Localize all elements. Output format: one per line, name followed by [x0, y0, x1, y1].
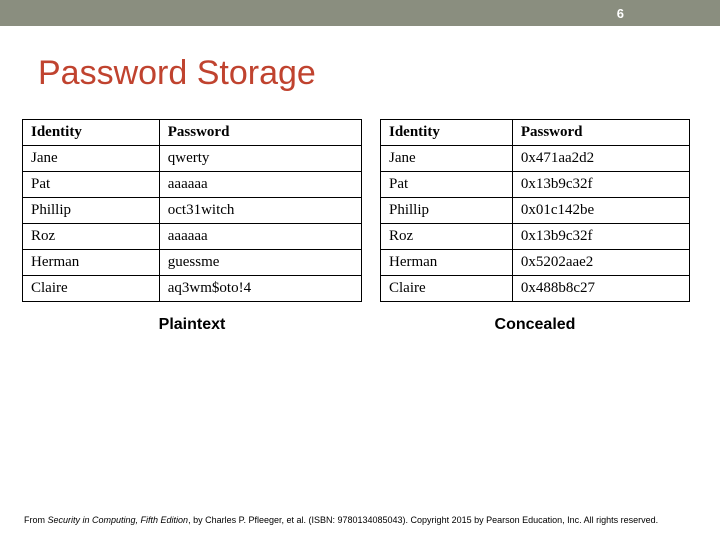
cell-password: qwerty [159, 146, 361, 172]
cell-password: aq3wm$oto!4 [159, 276, 361, 302]
cell-identity: Herman [381, 250, 513, 276]
col-password: Password [159, 120, 361, 146]
cell-identity: Claire [381, 276, 513, 302]
cell-password: 0x13b9c32f [512, 172, 689, 198]
page-number: 6 [617, 6, 624, 21]
cell-password: oct31witch [159, 198, 361, 224]
cell-identity: Claire [23, 276, 160, 302]
table-row: Phillipoct31witch [23, 198, 362, 224]
plaintext-table: Identity Password Janeqwerty Pataaaaaa P… [22, 119, 362, 302]
cell-password: 0x01c142be [512, 198, 689, 224]
table-row: Pat0x13b9c32f [381, 172, 690, 198]
table-row: Claireaq3wm$oto!4 [23, 276, 362, 302]
concealed-caption: Concealed [495, 316, 576, 334]
table-row: Jane0x471aa2d2 [381, 146, 690, 172]
plaintext-caption: Plaintext [159, 316, 226, 334]
table-row: Janeqwerty [23, 146, 362, 172]
cell-identity: Pat [381, 172, 513, 198]
cell-password: 0x5202aae2 [512, 250, 689, 276]
concealed-block: Identity Password Jane0x471aa2d2 Pat0x13… [380, 119, 690, 334]
cell-password: guessme [159, 250, 361, 276]
table-row: Claire0x488b8c27 [381, 276, 690, 302]
col-identity: Identity [381, 120, 513, 146]
slide-topbar: 6 [0, 0, 720, 26]
footer-book-title: Security in Computing, Fifth Edition [48, 515, 189, 525]
cell-password: 0x488b8c27 [512, 276, 689, 302]
cell-identity: Herman [23, 250, 160, 276]
table-row: Hermanguessme [23, 250, 362, 276]
cell-identity: Phillip [23, 198, 160, 224]
cell-password: 0x471aa2d2 [512, 146, 689, 172]
slide-title: Password Storage [38, 54, 720, 93]
col-password: Password [512, 120, 689, 146]
plaintext-block: Identity Password Janeqwerty Pataaaaaa P… [22, 119, 362, 334]
cell-identity: Phillip [381, 198, 513, 224]
cell-identity: Jane [23, 146, 160, 172]
table-row: Rozaaaaaa [23, 224, 362, 250]
footer-prefix: From [24, 515, 48, 525]
cell-identity: Pat [23, 172, 160, 198]
col-identity: Identity [23, 120, 160, 146]
table-header-row: Identity Password [23, 120, 362, 146]
concealed-table: Identity Password Jane0x471aa2d2 Pat0x13… [380, 119, 690, 302]
footer-rest: , by Charles P. Pfleeger, et al. (ISBN: … [188, 515, 658, 525]
table-row: Herman0x5202aae2 [381, 250, 690, 276]
table-row: Pataaaaaa [23, 172, 362, 198]
table-row: Phillip0x01c142be [381, 198, 690, 224]
table-header-row: Identity Password [381, 120, 690, 146]
cell-identity: Roz [381, 224, 513, 250]
cell-password: aaaaaa [159, 172, 361, 198]
table-row: Roz0x13b9c32f [381, 224, 690, 250]
cell-password: aaaaaa [159, 224, 361, 250]
cell-password: 0x13b9c32f [512, 224, 689, 250]
cell-identity: Roz [23, 224, 160, 250]
cell-identity: Jane [381, 146, 513, 172]
copyright-footer: From Security in Computing, Fifth Editio… [24, 515, 696, 526]
tables-container: Identity Password Janeqwerty Pataaaaaa P… [0, 119, 720, 334]
